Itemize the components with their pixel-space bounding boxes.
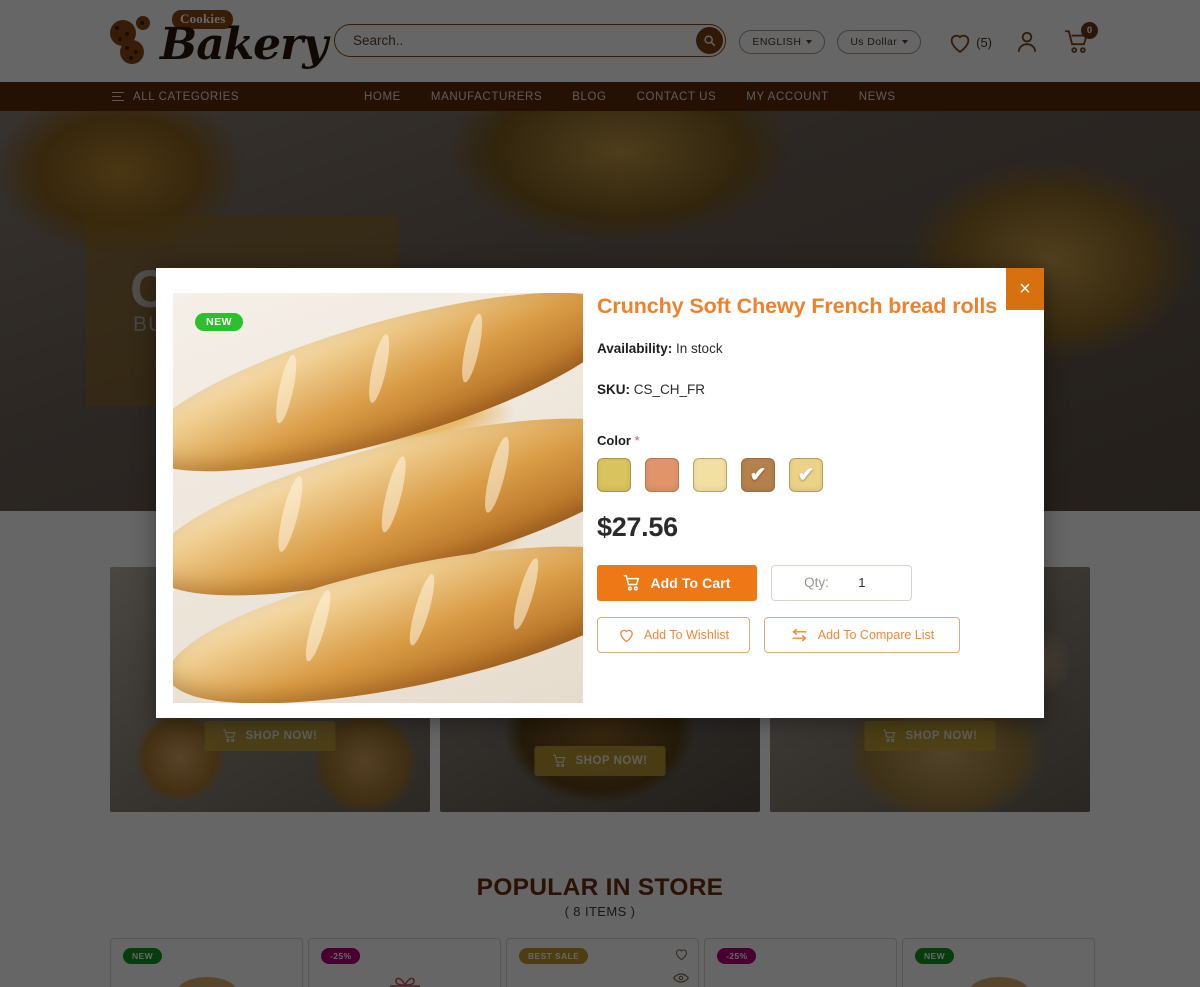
required-mark: * [634, 432, 640, 448]
color-label: Color * [597, 433, 1017, 448]
check-icon: ✔ [749, 463, 767, 486]
quick-view-modal: NEW Crunchy Soft Chewy French bread roll… [156, 268, 1044, 718]
add-to-wishlist-button[interactable]: Add To Wishlist [597, 616, 750, 653]
availability-row: Availability: In stock [597, 341, 1017, 356]
color-label-text: Color [597, 432, 631, 448]
color-swatch-mustard[interactable] [597, 457, 631, 492]
product-price: $27.56 [597, 511, 678, 542]
add-to-compare-label: Add To Compare List [817, 627, 935, 642]
heart-icon [620, 629, 633, 642]
cart-icon [624, 574, 640, 591]
color-swatches: ✔ ✔ [597, 457, 1017, 492]
add-to-cart-label: Add To Cart [650, 574, 731, 591]
sku-row: SKU: CS_CH_FR [597, 382, 1017, 397]
sku-value: CS_CH_FR [633, 381, 706, 397]
color-swatch-sand[interactable]: ✔ [789, 457, 823, 492]
add-to-compare-button[interactable]: Add To Compare List [764, 616, 960, 653]
quantity-stepper[interactable]: Qty: [771, 564, 912, 601]
secondary-actions: Add To Wishlist Add To Compare List [597, 616, 1017, 653]
new-badge: NEW [195, 313, 243, 331]
page-root: Cookies Bakery ENGLISH Us Dollar [0, 0, 1200, 987]
add-to-wishlist-label: Add To Wishlist [643, 627, 730, 642]
qty-input[interactable] [844, 575, 879, 591]
close-icon[interactable]: × [1006, 268, 1044, 310]
check-icon: ✔ [797, 463, 815, 486]
product-title: Crunchy Soft Chewy French bread rolls [597, 294, 998, 318]
sku-label: SKU: [597, 381, 630, 397]
color-swatch-cream[interactable] [693, 457, 727, 492]
purchase-actions: Add To Cart Qty: [597, 564, 1017, 601]
color-swatch-caramel[interactable]: ✔ [741, 457, 775, 492]
compare-arrows-icon [792, 628, 807, 641]
add-to-cart-button[interactable]: Add To Cart [597, 564, 757, 601]
availability-label: Availability: [597, 340, 673, 356]
qty-label: Qty: [804, 575, 829, 591]
color-swatch-salmon[interactable] [645, 457, 679, 492]
product-info: Crunchy Soft Chewy French bread rolls Av… [597, 293, 1017, 653]
product-image: NEW [173, 293, 583, 703]
availability-value: In stock [676, 340, 723, 356]
